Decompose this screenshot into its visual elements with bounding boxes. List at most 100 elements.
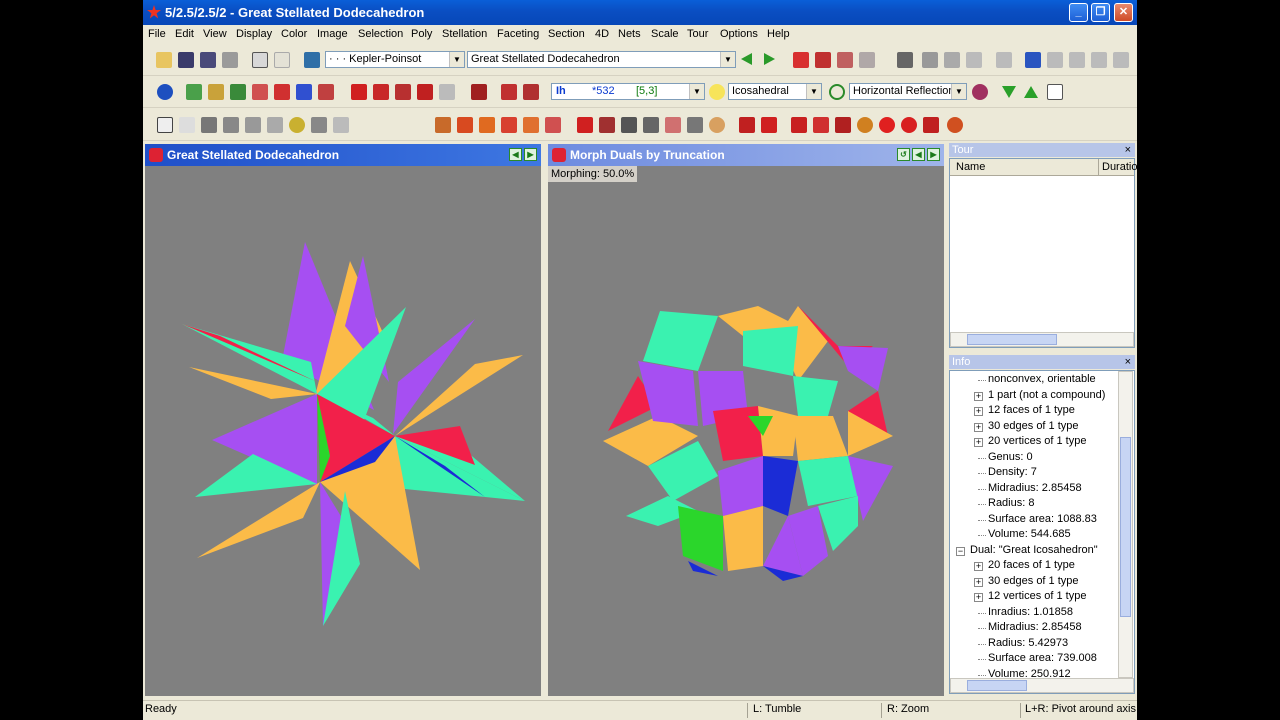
info-tree-item[interactable]: Density: 7	[988, 466, 1037, 478]
tool-l-icon[interactable]	[223, 117, 239, 133]
star-net-icon[interactable]	[599, 117, 615, 133]
model-a-icon[interactable]	[435, 117, 451, 133]
tour-column-duration[interactable]: Duratio	[1102, 161, 1137, 173]
info-tree-item[interactable]: 20 vertices of 1 type	[988, 435, 1086, 447]
poly-ball-icon[interactable]	[972, 84, 988, 100]
print-icon[interactable]	[222, 52, 238, 68]
tree-expander-icon[interactable]: +	[974, 438, 983, 447]
reflection-combo[interactable]: Horizontal Reflection ▼	[849, 83, 967, 100]
close-icon[interactable]: ×	[1125, 143, 1131, 157]
model-d-icon[interactable]	[501, 117, 517, 133]
tool-m-icon[interactable]	[245, 117, 261, 133]
poly-g-icon[interactable]	[501, 84, 517, 100]
maximize-button[interactable]: ❐	[1091, 3, 1110, 22]
info-tree-item[interactable]: 12 faces of 1 type	[988, 404, 1075, 416]
tree-expander-icon[interactable]: +	[974, 422, 983, 432]
info-tree-item[interactable]: nonconvex, orientable	[988, 373, 1096, 385]
net-c-icon[interactable]	[665, 117, 681, 133]
solid-d-icon[interactable]	[857, 117, 873, 133]
scissors-icon[interactable]	[201, 117, 217, 133]
arrow-up-icon[interactable]	[761, 117, 777, 133]
panel-next-icon[interactable]: ▶	[524, 148, 537, 161]
menu-options[interactable]: Options	[720, 28, 758, 40]
menu-image[interactable]: Image	[317, 28, 348, 40]
facet-icon[interactable]	[837, 52, 853, 68]
check-icon[interactable]	[1047, 52, 1063, 68]
great-stellated-dodecahedron-model[interactable]	[145, 166, 541, 696]
menu-help[interactable]: Help	[767, 28, 790, 40]
tool-c-icon[interactable]	[966, 52, 982, 68]
save-all-icon[interactable]	[200, 52, 216, 68]
list-icon[interactable]	[897, 52, 913, 68]
left-panel-header[interactable]: Great Stellated Dodecahedron ◀ ▶	[145, 144, 541, 166]
arch-icon[interactable]	[230, 84, 246, 100]
poly-d-icon[interactable]	[417, 84, 433, 100]
chevron-down-icon[interactable]: ▼	[951, 84, 966, 99]
chevron-down-icon[interactable]: ▼	[689, 84, 704, 99]
tool-j-icon[interactable]	[296, 84, 312, 100]
stellate-icon[interactable]	[793, 52, 809, 68]
poly-c-icon[interactable]	[395, 84, 411, 100]
tree-expander-icon[interactable]: +	[974, 593, 983, 602]
menu-4d[interactable]: 4D	[595, 28, 609, 40]
close-icon[interactable]: ×	[1125, 355, 1131, 369]
tool-e-icon[interactable]	[1091, 52, 1107, 68]
info-tree-item[interactable]: Surface area: 739.008	[988, 652, 1097, 664]
tour-list[interactable]: Name Duratio	[949, 158, 1137, 348]
solid-e-icon[interactable]	[879, 117, 895, 133]
tour-column-name[interactable]: Name	[956, 161, 985, 173]
tool-i-icon[interactable]	[274, 84, 290, 100]
solid-g-icon[interactable]	[923, 117, 939, 133]
right-viewport[interactable]: Morphing: 50.0%	[548, 166, 944, 696]
app-star-icon[interactable]	[147, 5, 161, 19]
tool-g-icon[interactable]	[186, 84, 202, 100]
play-icon[interactable]	[996, 52, 1012, 68]
scroll-thumb[interactable]	[967, 334, 1057, 345]
menu-nets[interactable]: Nets	[618, 28, 641, 40]
poly-b-icon[interactable]	[373, 84, 389, 100]
add-icon[interactable]	[1025, 52, 1041, 68]
poly-h-icon[interactable]	[523, 84, 539, 100]
tree-expander-icon[interactable]: +	[974, 391, 983, 401]
info-tree-item[interactable]: Surface area: 1088.83	[988, 513, 1097, 525]
info-tree-item[interactable]: 20 faces of 1 type	[988, 559, 1075, 571]
poly-combo[interactable]: Great Stellated Dodecahedron ▼	[467, 51, 736, 68]
solid-a-icon[interactable]	[791, 117, 807, 133]
eraser-icon[interactable]	[1047, 84, 1063, 100]
tool-a-icon[interactable]	[922, 52, 938, 68]
poly-f-icon[interactable]	[471, 84, 487, 100]
info-tree-item[interactable]: Midradius: 2.85458	[988, 621, 1082, 633]
vertex-up-icon[interactable]	[1024, 86, 1038, 98]
right-panel-header[interactable]: Morph Duals by Truncation ↺ ◀ ▶	[548, 144, 944, 166]
info-icon[interactable]	[157, 84, 173, 100]
menu-color[interactable]: Color	[281, 28, 307, 40]
info-tree[interactable]: nonconvex, orientable +1 part (not a comp…	[949, 370, 1135, 694]
tree-expander-icon[interactable]: +	[974, 407, 983, 416]
title-bar[interactable]: 5/2.5/2.5/2 - Great Stellated Dodecahedr…	[143, 0, 1137, 25]
save-icon[interactable]	[178, 52, 194, 68]
crosshair-icon[interactable]	[829, 84, 845, 100]
menu-poly[interactable]: Poly	[411, 28, 432, 40]
tool-q-icon[interactable]	[333, 117, 349, 133]
cube-red-icon[interactable]	[815, 52, 831, 68]
tool-n-icon[interactable]	[267, 117, 283, 133]
net-e-icon[interactable]	[709, 117, 725, 133]
tree-expander-icon[interactable]: +	[974, 562, 983, 571]
menu-display[interactable]: Display	[236, 28, 272, 40]
menu-tour[interactable]: Tour	[687, 28, 708, 40]
vertex-down-icon[interactable]	[1002, 86, 1016, 98]
undo-icon[interactable]	[252, 52, 268, 68]
light-bulb-icon[interactable]	[709, 84, 725, 100]
model-b-icon[interactable]	[457, 117, 473, 133]
tool-f-icon[interactable]	[1113, 52, 1129, 68]
info-vscrollbar[interactable]	[1118, 371, 1133, 678]
tool-b-icon[interactable]	[944, 52, 960, 68]
model-c-icon[interactable]	[479, 117, 495, 133]
menu-faceting[interactable]: Faceting	[497, 28, 539, 40]
net-d-icon[interactable]	[687, 117, 703, 133]
menu-view[interactable]: View	[203, 28, 227, 40]
chevron-down-icon[interactable]: ▼	[806, 84, 821, 99]
solid-f-icon[interactable]	[901, 117, 917, 133]
chevron-down-icon[interactable]: ▼	[720, 52, 735, 67]
info-hscrollbar[interactable]	[950, 678, 1134, 693]
